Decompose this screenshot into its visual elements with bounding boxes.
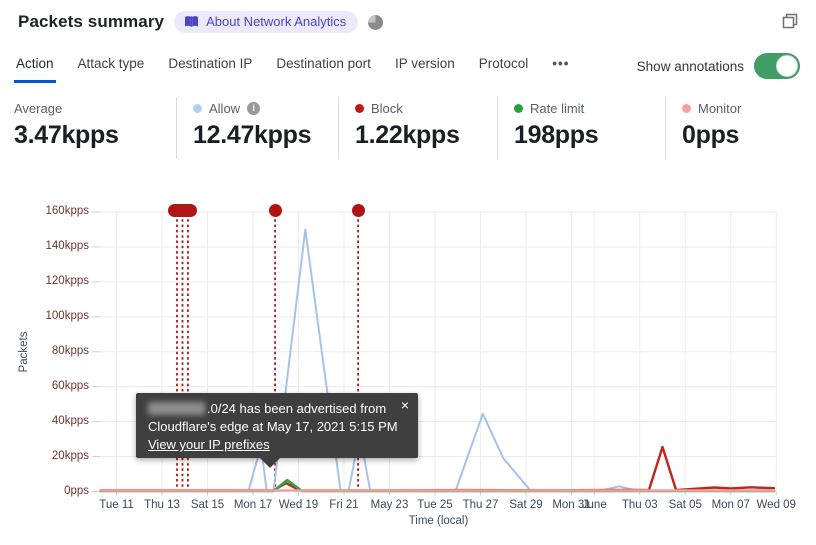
annotation-marker[interactable] bbox=[167, 204, 198, 217]
tooltip-line1: .0/24 has been advertised from bbox=[148, 400, 406, 418]
badge-label: About Network Analytics bbox=[206, 14, 347, 29]
stat-value: 1.22kpps bbox=[355, 121, 460, 149]
show-annotations-toggle[interactable] bbox=[754, 53, 800, 79]
stat-value: 12.47kpps bbox=[193, 121, 312, 149]
view-ip-prefixes-link[interactable]: View your IP prefixes bbox=[148, 437, 270, 452]
x-axis-title: Time (local) bbox=[408, 515, 469, 527]
y-axis-tick-label: 160kpps bbox=[45, 205, 89, 217]
stat-allow: Allow i 12.47kpps bbox=[177, 97, 339, 159]
stat-label: Allow bbox=[209, 100, 241, 116]
stat-block: Block 1.22kpps bbox=[339, 97, 498, 159]
stat-value: 3.47kpps bbox=[14, 121, 119, 149]
info-icon[interactable]: i bbox=[247, 101, 261, 115]
stat-average: Average 3.47kpps bbox=[14, 97, 177, 159]
rate-limit-legend-dot bbox=[514, 103, 523, 113]
show-annotations-control: Show annotations bbox=[637, 53, 800, 79]
toggle-knob bbox=[776, 55, 798, 77]
y-axis-tick-label: 100kpps bbox=[45, 309, 89, 322]
y-axis-tick-label: 140kpps bbox=[45, 239, 89, 252]
panel-header: Packets summary About Network Analytics bbox=[18, 11, 384, 33]
stat-rate-limit: Rate limit 198pps bbox=[498, 97, 666, 159]
x-axis-tick-label: Wed 09 bbox=[756, 498, 796, 511]
tab-protocol[interactable]: Protocol bbox=[477, 52, 531, 83]
packets-summary-panel: Packets summary About Network Analytics … bbox=[0, 0, 816, 545]
y-axis-tick-label: 120kpps bbox=[45, 274, 89, 287]
annotation-marker[interactable] bbox=[268, 204, 282, 217]
page-title: Packets summary bbox=[18, 12, 165, 31]
tooltip-pointer bbox=[259, 457, 281, 468]
stat-label: Block bbox=[371, 100, 403, 116]
y-axis-tick-label: 80kpps bbox=[51, 344, 89, 357]
redacted-ip-prefix bbox=[148, 402, 205, 415]
stat-monitor: Monitor 0pps bbox=[666, 97, 816, 159]
tooltip-line2: Cloudflare's edge at May 17, 2021 5:15 P… bbox=[148, 419, 398, 434]
monitor-legend-dot bbox=[682, 103, 691, 113]
show-annotations-label: Show annotations bbox=[636, 58, 744, 74]
usage-pie-icon[interactable] bbox=[368, 14, 384, 30]
tab-destination-ip[interactable]: Destination IP bbox=[166, 52, 254, 83]
y-axis-tick-label: 20kpps bbox=[51, 449, 89, 462]
stat-label: Average bbox=[14, 100, 63, 116]
annotation-marker[interactable] bbox=[351, 204, 365, 217]
packets-chart: Packets Time (local) × .0/24 has been ad… bbox=[0, 195, 816, 545]
tab-attack-type[interactable]: Attack type bbox=[76, 52, 147, 83]
y-axis-tick-label: 40kpps bbox=[51, 414, 89, 427]
stat-label: Monitor bbox=[698, 100, 742, 116]
about-network-analytics-badge[interactable]: About Network Analytics bbox=[174, 11, 359, 33]
tab-bar: Action Attack type Destination IP Destinati… bbox=[14, 52, 571, 83]
book-icon bbox=[184, 15, 199, 28]
tab-action[interactable]: Action bbox=[14, 52, 56, 83]
restore-window-icon[interactable] bbox=[781, 12, 799, 35]
tab-more[interactable]: ••• bbox=[550, 52, 571, 83]
tab-destination-port[interactable]: Destination port bbox=[274, 52, 373, 83]
annotation-tooltip: × .0/24 has been advertised from Cloudfl… bbox=[136, 393, 418, 468]
block-legend-dot bbox=[355, 103, 364, 113]
stats-row: Average 3.47kpps Allow i 12.47kpps Block 1.22k… bbox=[14, 97, 816, 159]
packets-chart-svg[interactable] bbox=[90, 211, 778, 507]
stat-label: Rate limit bbox=[530, 100, 585, 116]
y-axis-tick-label: 0pps bbox=[64, 484, 89, 497]
allow-legend-dot bbox=[193, 103, 202, 113]
stat-value: 0pps bbox=[682, 121, 740, 149]
y-axis-tick-label: 60kpps bbox=[51, 379, 89, 392]
tab-ip-version[interactable]: IP version bbox=[393, 52, 457, 83]
stat-value: 198pps bbox=[514, 121, 599, 149]
tooltip-close-icon[interactable]: × bbox=[401, 396, 409, 414]
